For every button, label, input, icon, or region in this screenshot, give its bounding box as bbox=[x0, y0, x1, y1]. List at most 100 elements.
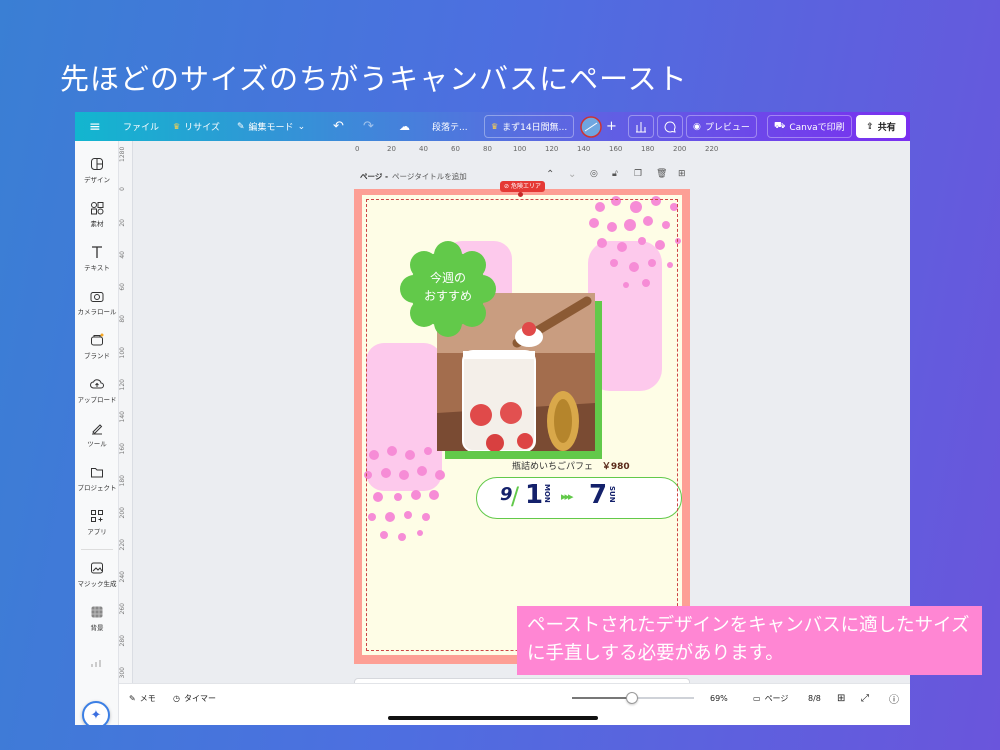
comment-icon[interactable] bbox=[657, 115, 683, 138]
cloud-save-icon[interactable]: ☁ bbox=[399, 112, 410, 141]
trial-label: まず14日間無... bbox=[502, 123, 568, 133]
resize-label: リサイズ bbox=[184, 123, 220, 133]
ruler-tick: 40 bbox=[119, 251, 126, 259]
document-title-text: 段落テ... bbox=[432, 123, 468, 133]
sidebar-item-label: アプリ bbox=[87, 528, 107, 536]
edit-mode-label: 編集モード bbox=[248, 123, 294, 133]
crown-icon: ♛ bbox=[173, 122, 181, 131]
faded-chart-icon bbox=[90, 653, 104, 667]
grid-view-icon[interactable]: ⊞ bbox=[837, 684, 845, 712]
layout-icon bbox=[91, 158, 103, 170]
file-label: ファイル bbox=[123, 123, 160, 133]
sidebar-item-brand[interactable]: ブランド bbox=[75, 333, 119, 360]
magic-assistant-button[interactable]: ✦ bbox=[82, 701, 110, 725]
print-label: Canvaで印刷 bbox=[789, 123, 845, 133]
pages-button[interactable]: ▭ ページ bbox=[753, 684, 788, 712]
undo-button[interactable]: ↶ bbox=[333, 112, 344, 141]
add-collaborator-button[interactable]: + bbox=[606, 112, 617, 141]
redo-button[interactable]: ↷ bbox=[363, 112, 374, 141]
sidebar-item-text[interactable]: テキスト bbox=[75, 245, 119, 272]
slide-heading: 先ほどのサイズのちがうキャンバスにペースト bbox=[60, 62, 688, 96]
add-page-icon[interactable]: ⊞ bbox=[678, 169, 686, 179]
notes-icon: ✎ bbox=[129, 693, 136, 703]
help-icon[interactable]: ⓘ bbox=[889, 684, 899, 712]
ruler-tick: 100 bbox=[513, 145, 527, 153]
sparkle-icon: ✦ bbox=[90, 707, 102, 723]
document-title[interactable]: 段落テ... bbox=[432, 112, 468, 141]
crown-icon: ♛ bbox=[491, 122, 499, 131]
ruler-tick: 60 bbox=[119, 283, 126, 291]
hide-eye-icon[interactable]: ◎ bbox=[590, 169, 598, 179]
sidebar-item-label: デザイン bbox=[84, 176, 110, 184]
ruler-tick: 120 bbox=[119, 379, 126, 391]
page-canvas: 今週の おすすめ 瓶詰めいちごパフェ ￥980 9 / 1 MON ▸▸▸ 7 … bbox=[362, 195, 682, 655]
fullscreen-icon[interactable]: ⤢ bbox=[861, 684, 869, 712]
sidebar-item-tools[interactable]: ツール bbox=[75, 421, 119, 448]
text-icon bbox=[92, 246, 102, 258]
zoom-slider-handle[interactable] bbox=[626, 692, 638, 704]
file-menu-button[interactable]: ファイル bbox=[123, 112, 159, 141]
explanation-callout: ペーストされたデザインをキャンバスに適したサイズに手直しする必要があります。 bbox=[517, 606, 982, 675]
page-counter[interactable]: 8/8 bbox=[808, 684, 821, 712]
preview-label: プレビュー bbox=[704, 123, 750, 133]
pencil-icon: ✎ bbox=[237, 121, 245, 132]
ruler-tick: 180 bbox=[641, 145, 655, 153]
avatar[interactable] bbox=[580, 112, 602, 141]
ruler-tick: 120 bbox=[545, 145, 559, 153]
vertical-ruler: 1280 0 20 40 60 80 100 120 140 160 180 2… bbox=[119, 141, 133, 693]
ruler-tick: 180 bbox=[119, 475, 126, 487]
ruler-tick: 260 bbox=[119, 603, 126, 615]
trash-icon[interactable]: 🗑︎ bbox=[656, 169, 667, 179]
magic-image-icon bbox=[91, 562, 103, 574]
sidebar-item-uploads[interactable]: アップロード bbox=[75, 377, 119, 404]
share-icon: ⇪ bbox=[866, 121, 874, 132]
sidebar-item-label: 背景 bbox=[90, 624, 104, 632]
page-title-input[interactable]: ページタイトルを追加 bbox=[392, 171, 467, 182]
share-button[interactable]: ⇪ 共有 bbox=[856, 115, 906, 138]
menu-icon[interactable]: ≡ bbox=[89, 112, 101, 141]
ruler-tick: 220 bbox=[119, 539, 126, 551]
sidebar-item-apps[interactable]: アプリ bbox=[75, 509, 119, 536]
chevron-up-icon[interactable]: ⌃ bbox=[546, 169, 554, 180]
sidebar-item-background[interactable]: 背景 bbox=[75, 605, 119, 632]
ruler-tick: 20 bbox=[119, 219, 126, 227]
danger-zone-badge: ⊘ 危険エリア bbox=[500, 181, 545, 192]
sidebar-item-label: マジック生成 bbox=[77, 580, 117, 588]
resize-button[interactable]: ♛ リサイズ bbox=[173, 112, 220, 141]
sidebar-item-design[interactable]: デザイン bbox=[75, 157, 119, 184]
sidebar-item-label: ブランド bbox=[84, 352, 110, 360]
ruler-tick: 1280 bbox=[119, 146, 126, 162]
ruler-tick: 160 bbox=[609, 145, 623, 153]
ruler-tick: 240 bbox=[119, 571, 126, 583]
danger-marker-dot bbox=[518, 192, 523, 197]
notes-button[interactable]: ✎ メモ bbox=[129, 684, 156, 712]
ruler-tick: 200 bbox=[673, 145, 687, 153]
chevron-down-icon[interactable]: ⌄ bbox=[568, 169, 576, 180]
trial-button[interactable]: ♛ まず14日間無... bbox=[484, 115, 575, 138]
sidebar-item-label: カメラロール bbox=[77, 308, 117, 316]
avatar-image bbox=[580, 115, 602, 138]
pattern-icon bbox=[91, 606, 103, 618]
page-label: ページ - bbox=[360, 172, 389, 181]
sidebar-item-projects[interactable]: プロジェクト bbox=[75, 465, 119, 492]
design-page[interactable]: ⊘ 危険エリア 今週の おすすめ 瓶詰めいちごパフェ ￥980 9 / 1 MO… bbox=[354, 181, 690, 664]
edit-mode-button[interactable]: ✎ 編集モード ⌄ bbox=[237, 112, 305, 141]
ruler-tick: 80 bbox=[119, 315, 126, 323]
print-button[interactable]: ⛟ Canvaで印刷 bbox=[767, 115, 852, 138]
timer-button[interactable]: ◷ タイマー bbox=[173, 684, 216, 712]
sidebar-item-magic-media[interactable]: マジック生成 bbox=[75, 561, 119, 588]
ruler-tick: 140 bbox=[577, 145, 591, 153]
duplicate-icon[interactable]: ❐ bbox=[634, 169, 642, 179]
preview-button[interactable]: ◉ プレビュー bbox=[686, 115, 757, 138]
insights-chart-icon[interactable] bbox=[628, 115, 654, 138]
zoom-level[interactable]: 69% bbox=[710, 684, 728, 712]
camera-icon bbox=[90, 292, 104, 302]
zoom-value: 69% bbox=[710, 693, 728, 703]
cloud-upload-icon bbox=[90, 379, 104, 389]
home-indicator bbox=[388, 716, 598, 720]
sidebar-item-camera-roll[interactable]: カメラロール bbox=[75, 289, 119, 316]
sidebar-item-elements[interactable]: 素材 bbox=[75, 201, 119, 228]
lock-icon[interactable]: 🔓︎ bbox=[612, 169, 618, 179]
top-toolbar: ≡ ファイル ♛ リサイズ ✎ 編集モード ⌄ ↶ ↷ ☁ 段落テ... ♛ まず14日… bbox=[75, 112, 910, 141]
notes-label: メモ bbox=[139, 693, 156, 703]
